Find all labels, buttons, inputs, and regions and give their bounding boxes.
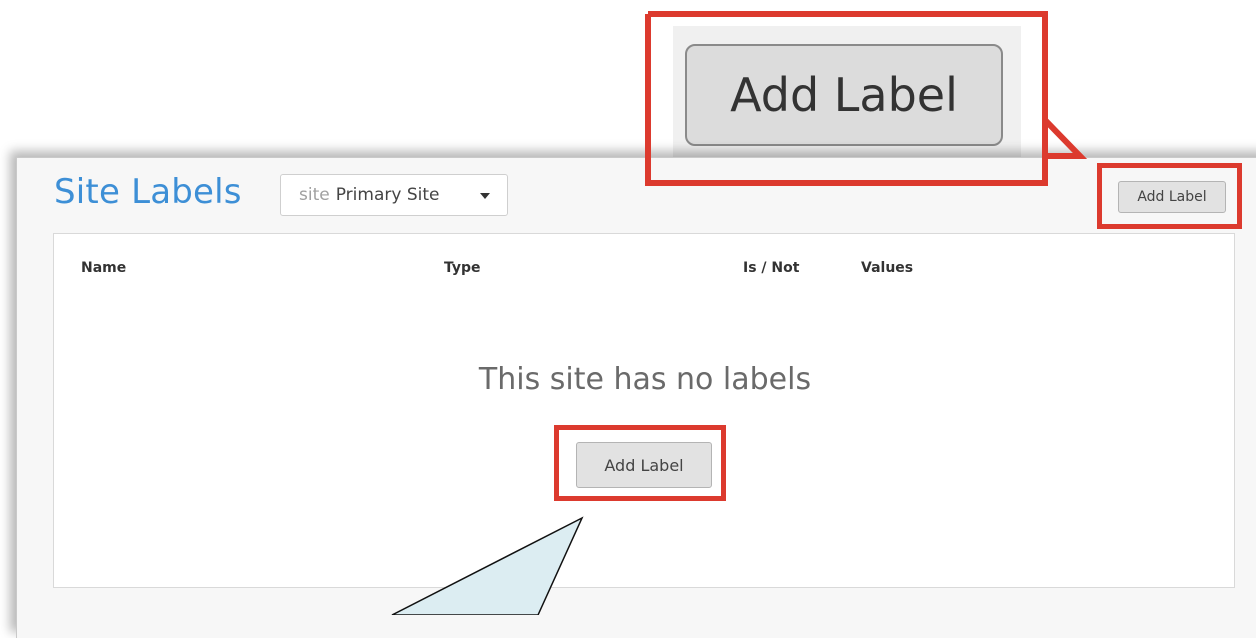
zoom-callout-frame-bottom	[645, 14, 1080, 186]
tooltip-bubble	[391, 516, 584, 615]
zoom-callout-frame	[648, 11, 1088, 159]
callout-annotations	[391, 11, 1088, 615]
